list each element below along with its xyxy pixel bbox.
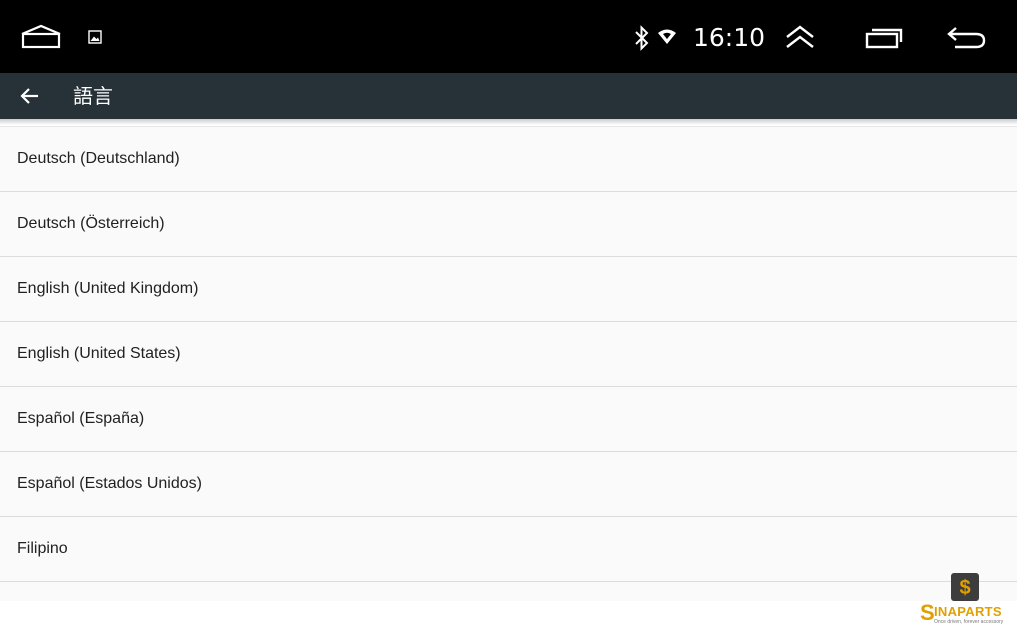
language-item-deutsch-osterreich[interactable]: Deutsch (Österreich): [0, 192, 1017, 257]
language-item-espanol-espana[interactable]: Español (España): [0, 387, 1017, 452]
svg-text:$: $: [959, 577, 970, 599]
wifi-icon: [657, 28, 677, 46]
language-item-english-uk[interactable]: English (United Kingdom): [0, 257, 1017, 322]
page-title: 語言: [73, 84, 113, 108]
language-item-filipino[interactable]: Filipino: [0, 517, 1017, 582]
home-icon[interactable]: [20, 24, 62, 50]
recent-apps-icon[interactable]: [864, 26, 904, 50]
language-label: Español (España): [17, 410, 145, 427]
bottom-strip: [0, 601, 1017, 630]
language-item-english-us[interactable]: English (United States): [0, 322, 1017, 387]
brand-name: INAPARTS: [934, 604, 1002, 619]
brand-initial: S: [920, 600, 935, 625]
language-label: Deutsch (Österreich): [17, 215, 165, 232]
bluetooth-icon: [633, 25, 651, 51]
language-item-deutsch-deutschland[interactable]: Deutsch (Deutschland): [0, 127, 1017, 192]
language-label: Filipino: [17, 540, 68, 557]
language-label: English (United States): [17, 345, 181, 362]
language-label: English (United Kingdom): [17, 280, 199, 297]
arrow-left-icon[interactable]: [16, 84, 42, 108]
back-nav-icon[interactable]: [946, 26, 988, 50]
image-notification-icon: [88, 30, 102, 44]
brand-tagline: Once driven, forever accessory: [934, 619, 1004, 625]
status-bar: 16:10: [0, 0, 1017, 73]
language-label: Español (Estados Unidos): [17, 475, 202, 492]
language-list[interactable]: Deutsch (Deutschland) Deutsch (Österreic…: [0, 126, 1017, 602]
language-item-espanol-estados-unidos[interactable]: Español (Estados Unidos): [0, 452, 1017, 517]
expand-up-icon[interactable]: [784, 24, 816, 50]
language-label: Deutsch (Deutschland): [17, 150, 180, 167]
app-bar-shadow: [0, 119, 1017, 125]
status-clock: 16:10: [693, 23, 766, 52]
app-bar: [0, 73, 1017, 119]
